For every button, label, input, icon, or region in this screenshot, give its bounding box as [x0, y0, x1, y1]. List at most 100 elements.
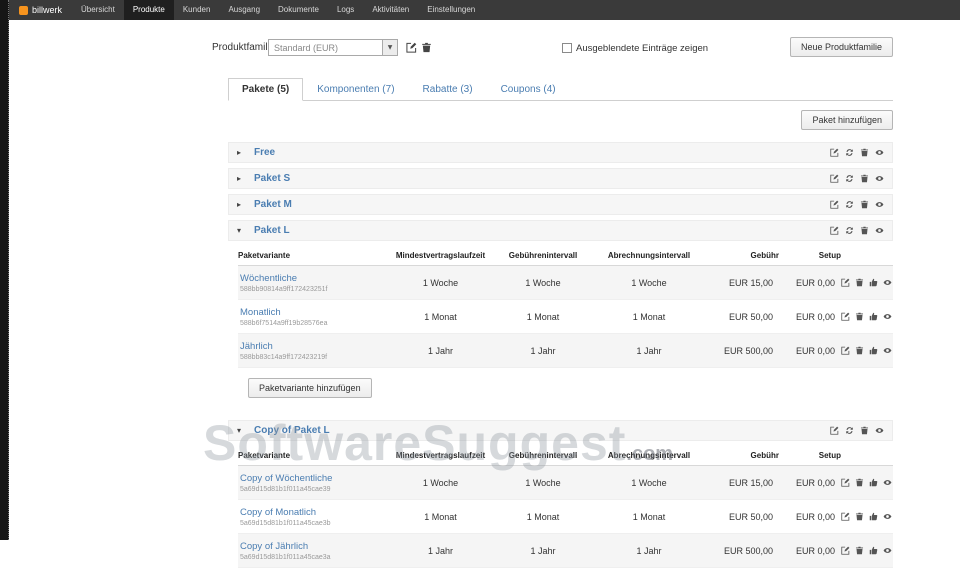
brand-logo[interactable]: billwerk — [9, 0, 72, 20]
edit-icon[interactable] — [830, 174, 839, 183]
eye-icon[interactable] — [883, 512, 892, 521]
edit-icon[interactable] — [841, 478, 850, 487]
eye-icon[interactable] — [875, 174, 884, 183]
eye-icon[interactable] — [875, 426, 884, 435]
edit-icon[interactable] — [841, 312, 850, 321]
tab-rabatte[interactable]: Rabatte (3) — [409, 78, 487, 101]
variant-name-link[interactable]: Copy of Wöchentliche — [240, 473, 388, 484]
nav-item-ausgang[interactable]: Ausgang — [219, 0, 269, 20]
edit-icon[interactable] — [830, 226, 839, 235]
duplicate-icon[interactable] — [845, 148, 854, 157]
duplicate-icon[interactable] — [845, 426, 854, 435]
variant-id: 588bb83c14a9ff172423219f — [240, 354, 388, 361]
add-variant-button[interactable]: Paketvariante hinzufügen — [248, 378, 372, 398]
duplicate-icon[interactable] — [845, 174, 854, 183]
eye-icon[interactable] — [875, 148, 884, 157]
chevron-right-icon[interactable]: ▸ — [237, 200, 250, 209]
edit-icon[interactable] — [830, 426, 839, 435]
product-family-label: Produktfamilie — [212, 42, 275, 53]
variant-table-header: Paketvariante Mindestvertragslaufzeit Ge… — [238, 246, 893, 266]
package-name: Free — [254, 147, 275, 158]
trash-icon[interactable] — [855, 546, 864, 555]
fee-cell: EUR 500,00 — [705, 346, 779, 356]
col-header-abrechnungsintervall: Abrechnungsintervall — [593, 246, 705, 265]
thumbs-up-icon[interactable] — [869, 346, 878, 355]
nav-item-logs[interactable]: Logs — [328, 0, 363, 20]
tab-komponenten[interactable]: Komponenten (7) — [303, 78, 408, 101]
trash-icon[interactable] — [855, 512, 864, 521]
add-package-button[interactable]: Paket hinzufügen — [801, 110, 893, 130]
eye-icon[interactable] — [875, 226, 884, 235]
trash-icon[interactable] — [860, 174, 869, 183]
eye-icon[interactable] — [883, 278, 892, 287]
trash-icon[interactable] — [855, 478, 864, 487]
trash-icon[interactable] — [860, 226, 869, 235]
trash-icon[interactable] — [860, 426, 869, 435]
trash-icon[interactable] — [855, 312, 864, 321]
thumbs-up-icon[interactable] — [869, 512, 878, 521]
brand-icon — [19, 6, 28, 15]
show-hidden-label: Ausgeblendete Einträge zeigen — [576, 43, 708, 54]
thumbs-up-icon[interactable] — [869, 478, 878, 487]
edit-icon[interactable] — [830, 200, 839, 209]
table-row: Copy of Wöchentliche 5a69d15d81b1f011a45… — [238, 466, 893, 500]
variant-id: 5a69d15d81b1f011a45cae3a — [240, 554, 388, 561]
nav-item-kunden[interactable]: Kunden — [174, 0, 220, 20]
nav-item-dokumente[interactable]: Dokumente — [269, 0, 328, 20]
duplicate-icon[interactable] — [845, 200, 854, 209]
eye-icon[interactable] — [883, 346, 892, 355]
variant-name-link[interactable]: Monatlich — [240, 307, 388, 318]
tab-coupons[interactable]: Coupons (4) — [487, 78, 570, 101]
duplicate-icon[interactable] — [845, 226, 854, 235]
billing-interval-cell: 1 Woche — [593, 478, 705, 488]
trash-icon[interactable] — [860, 200, 869, 209]
nav-item-uebersicht[interactable]: Übersicht — [72, 0, 124, 20]
tab-pakete[interactable]: Pakete (5) — [228, 78, 303, 101]
product-family-select[interactable]: Standard (EUR) ▼ — [268, 39, 398, 56]
thumbs-up-icon[interactable] — [869, 312, 878, 321]
chevron-right-icon[interactable]: ▸ — [237, 174, 250, 183]
trash-icon[interactable] — [860, 148, 869, 157]
eye-icon[interactable] — [875, 200, 884, 209]
nav-item-aktivitaeten[interactable]: Aktivitäten — [363, 0, 418, 20]
chevron-right-icon[interactable]: ▸ — [237, 148, 250, 157]
eye-icon[interactable] — [883, 312, 892, 321]
package-row-paket-m[interactable]: ▸ Paket M — [228, 194, 893, 215]
variant-name-link[interactable]: Wöchentliche — [240, 273, 388, 284]
fee-cell: EUR 50,00 — [705, 512, 779, 522]
billing-interval-cell: 1 Jahr — [593, 546, 705, 556]
tab-bar: Pakete (5) Komponenten (7) Rabatte (3) C… — [228, 78, 893, 101]
variant-name-link[interactable]: Copy of Monatlich — [240, 507, 388, 518]
package-row-copy-of-paket-l[interactable]: ▾ Copy of Paket L — [228, 420, 893, 441]
chevron-down-icon[interactable]: ▾ — [237, 226, 250, 235]
nav-item-produkte[interactable]: Produkte — [124, 0, 174, 20]
package-row-paket-s[interactable]: ▸ Paket S — [228, 168, 893, 189]
package-list: ▸ Free ▸ Paket S ▸ Paket M — [228, 142, 893, 568]
fee-interval-cell: 1 Jahr — [493, 546, 593, 556]
nav-item-einstellungen[interactable]: Einstellungen — [418, 0, 484, 20]
variant-name-link[interactable]: Copy of Jährlich — [240, 541, 388, 552]
eye-icon[interactable] — [883, 546, 892, 555]
trash-icon[interactable] — [855, 278, 864, 287]
chevron-down-icon[interactable]: ▾ — [237, 426, 250, 435]
fee-interval-cell: 1 Monat — [493, 312, 593, 322]
eye-icon[interactable] — [883, 478, 892, 487]
edit-icon[interactable] — [841, 278, 850, 287]
variant-id: 5a69d15d81b1f011a45cae3b — [240, 520, 388, 527]
table-row: Monatlich 588b6f7514a9ff19b28576ea 1 Mon… — [238, 300, 893, 334]
thumbs-up-icon[interactable] — [869, 546, 878, 555]
edit-icon[interactable] — [841, 346, 850, 355]
package-row-paket-l[interactable]: ▾ Paket L — [228, 220, 893, 241]
trash-icon[interactable] — [855, 346, 864, 355]
edit-family-icon[interactable] — [406, 42, 417, 53]
package-row-free[interactable]: ▸ Free — [228, 142, 893, 163]
new-product-family-button[interactable]: Neue Produktfamilie — [790, 37, 893, 57]
show-hidden-checkbox[interactable] — [562, 43, 572, 53]
trash-family-icon[interactable] — [421, 42, 432, 53]
edit-icon[interactable] — [830, 148, 839, 157]
main-content: Produktfamilie Standard (EUR) ▼ Ausgeble… — [9, 20, 960, 540]
variant-name-link[interactable]: Jährlich — [240, 341, 388, 352]
edit-icon[interactable] — [841, 512, 850, 521]
thumbs-up-icon[interactable] — [869, 278, 878, 287]
edit-icon[interactable] — [841, 546, 850, 555]
